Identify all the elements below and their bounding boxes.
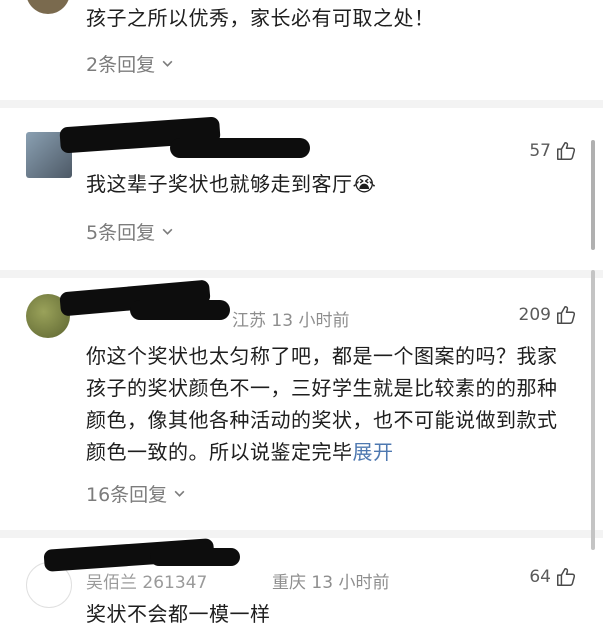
separator [0,100,603,108]
redacted-username [150,548,240,566]
comment-2: 57 我这辈子奖状也就够走到客厅😭 5条回复 [0,108,603,278]
redacted-username [130,300,230,320]
comment-text: 孩子之所以优秀，家长必有可取之处！ [86,6,435,30]
like-count: 209 [518,305,551,325]
comment-1: 孩子之所以优秀，家长必有可取之处！ 2条回复 [0,0,603,100]
location-time: 江苏 13 小时前 [232,311,350,331]
location-time: 重庆 13 小时前 [272,573,390,593]
replies-count: 2条回复 [86,54,156,76]
view-replies-button[interactable]: 5条回复 [86,218,174,245]
separator [0,530,603,538]
chevron-down-icon [174,490,185,497]
view-replies-button[interactable]: 16条回复 [86,480,186,507]
scrollbar[interactable] [591,140,595,250]
comment-text: 我这辈子奖状也就够走到客厅😭 [86,172,377,196]
comment-3: 江苏 13 小时前 209 你这个奖状也太匀称了吧，都是一个图案的吗？我家孩子的… [0,278,603,530]
avatar[interactable] [26,0,70,14]
like-button[interactable]: 209 [519,304,577,326]
thumbs-up-icon [557,568,576,586]
thumbs-up-icon [557,142,576,160]
like-count: 57 [529,141,551,161]
view-replies-button[interactable]: 2条回复 [86,50,174,77]
like-button[interactable]: 64 [529,566,577,588]
comment-4: 吴佰兰 261347 重庆 13 小时前 64 奖状不会都一模一样 [0,538,603,640]
replies-count: 5条回复 [86,222,156,244]
thumbs-up-icon [557,306,576,324]
expand-button[interactable]: 展开 [353,440,394,464]
like-button[interactable]: 57 [529,140,577,162]
comment-text: 奖状不会都一模一样 [86,602,271,626]
replies-count: 16条回复 [86,484,168,506]
chevron-down-icon [162,60,173,67]
separator [0,270,603,278]
comment-body: 你这个奖状也太匀称了吧，都是一个图案的吗？我家孩子的奖状颜色不一，三好学生就是比… [86,344,558,464]
comment-text: 你这个奖状也太匀称了吧，都是一个图案的吗？我家孩子的奖状颜色不一，三好学生就是比… [86,340,573,468]
redacted-username [170,138,310,158]
scrollbar[interactable] [591,270,595,550]
chevron-down-icon [162,228,173,235]
like-count: 64 [529,567,551,587]
username[interactable]: 吴佰兰 261347 [86,568,207,593]
